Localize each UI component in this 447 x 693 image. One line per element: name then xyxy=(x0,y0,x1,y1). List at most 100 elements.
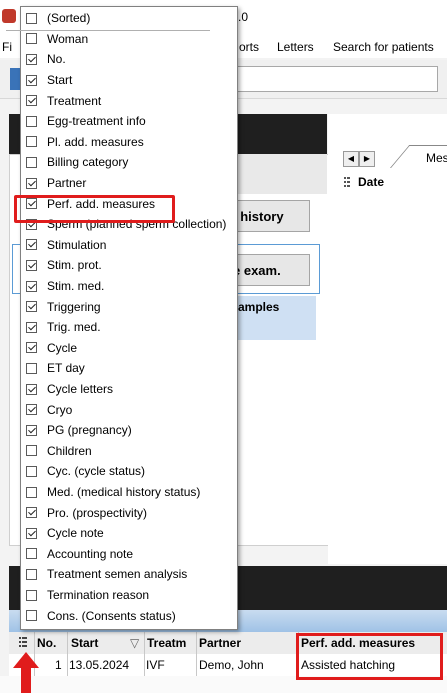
checkbox[interactable] xyxy=(26,301,37,313)
column-option[interactable]: Accounting note xyxy=(26,544,133,565)
column-option[interactable]: Triggering xyxy=(26,296,101,317)
column-option[interactable]: Cyc. (cycle status) xyxy=(26,461,145,482)
grid-header-treatment[interactable]: Treatm xyxy=(147,636,186,650)
column-option[interactable]: Cycle note xyxy=(26,523,104,544)
column-option[interactable]: Pl. add. measures xyxy=(26,132,144,153)
cell-start: 13.05.2024 xyxy=(69,658,130,672)
menu-search-patients[interactable]: Search for patients xyxy=(333,40,434,54)
column-option[interactable]: Med. (medical history status) xyxy=(26,482,200,503)
checkbox[interactable] xyxy=(26,445,37,457)
checkbox[interactable] xyxy=(26,568,37,580)
column-icon xyxy=(344,177,350,187)
column-option[interactable]: ET day xyxy=(26,358,85,379)
column-chooser-icon[interactable] xyxy=(19,637,27,649)
checkbox[interactable] xyxy=(26,53,37,65)
column-option-label: Med. (medical history status) xyxy=(47,485,201,500)
checkbox[interactable] xyxy=(26,465,37,477)
grid-divider xyxy=(144,632,145,676)
column-option-label: Cycle letters xyxy=(47,382,114,397)
column-option[interactable]: Stim. prot. xyxy=(26,255,102,276)
grid-header-no[interactable]: No. xyxy=(37,636,56,650)
toolbar-search-input[interactable] xyxy=(236,66,438,92)
column-option-label: No. xyxy=(47,52,66,67)
checkbox[interactable] xyxy=(26,321,37,333)
menu-file[interactable]: Fi xyxy=(2,40,12,54)
checkbox[interactable] xyxy=(26,507,37,519)
column-option-label: Cycle xyxy=(47,340,78,355)
checkbox[interactable] xyxy=(26,362,37,374)
checkbox[interactable] xyxy=(26,239,37,251)
nav-next-button[interactable]: ▶ xyxy=(359,151,375,167)
column-option[interactable]: Cycle xyxy=(26,338,77,359)
column-option[interactable]: (Sorted) xyxy=(26,8,90,29)
column-option[interactable]: Cons. (Consents status) xyxy=(26,605,176,626)
checkbox[interactable] xyxy=(26,404,37,416)
checkbox[interactable] xyxy=(26,115,37,127)
column-option[interactable]: Termination reason xyxy=(26,585,149,606)
checkbox[interactable] xyxy=(26,383,37,395)
header-highlight-box xyxy=(296,633,443,680)
samples-panel[interactable]: amples xyxy=(232,296,316,340)
sort-desc-icon: ▽ xyxy=(130,636,140,650)
checkbox[interactable] xyxy=(26,74,37,86)
tab-measures[interactable]: Mes xyxy=(426,151,447,165)
column-option[interactable]: Pro. (prospectivity) xyxy=(26,502,147,523)
date-column-header[interactable]: Date xyxy=(358,175,384,189)
column-option-label: Treatment semen analysis xyxy=(47,567,188,582)
medical-history-button[interactable]: l history xyxy=(232,200,310,232)
cell-no: 1 xyxy=(55,658,62,672)
column-option[interactable]: Treatment semen analysis xyxy=(26,564,187,585)
checkbox[interactable] xyxy=(26,424,37,436)
checkbox[interactable] xyxy=(26,136,37,148)
column-option[interactable]: Start xyxy=(26,70,72,91)
cell-treatment: IVF xyxy=(146,658,165,672)
column-option[interactable]: Partner xyxy=(26,173,86,194)
column-option[interactable]: PG (pregnancy) xyxy=(26,420,132,441)
column-option[interactable]: Woman xyxy=(26,29,88,50)
menu-letters[interactable]: Letters xyxy=(277,40,314,54)
checkbox[interactable] xyxy=(26,589,37,601)
column-option[interactable]: Egg-treatment info xyxy=(26,111,146,132)
checkbox[interactable] xyxy=(26,95,37,107)
column-option[interactable]: Stimulation xyxy=(26,235,106,256)
samples-label: amples xyxy=(238,300,280,314)
checkbox[interactable] xyxy=(26,610,37,622)
checkbox[interactable] xyxy=(26,33,37,45)
column-option[interactable]: Treatment xyxy=(26,90,101,111)
grid-header-start[interactable]: Start xyxy=(71,636,98,650)
nav-prev-button[interactable]: ◀ xyxy=(343,151,359,167)
column-option-label: PG (pregnancy) xyxy=(47,423,132,438)
checkbox[interactable] xyxy=(26,280,37,292)
highlight-box xyxy=(14,195,175,223)
checkbox[interactable] xyxy=(26,177,37,189)
exam-button[interactable]: e exam. xyxy=(232,254,310,286)
checkbox[interactable] xyxy=(26,156,37,168)
menu-reports[interactable]: orts xyxy=(239,40,259,54)
grid-divider xyxy=(67,632,68,676)
checkbox[interactable] xyxy=(26,486,37,498)
column-option-label: (Sorted) xyxy=(47,11,91,26)
column-option[interactable]: Cryo xyxy=(26,399,72,420)
column-option-label: Cycle note xyxy=(47,526,104,541)
column-option[interactable]: Children xyxy=(26,441,92,462)
column-option-label: Stim. prot. xyxy=(47,258,102,273)
column-option-label: Accounting note xyxy=(47,546,134,561)
column-option[interactable]: Cycle letters xyxy=(26,379,113,400)
column-option-label: Cyc. (cycle status) xyxy=(47,464,146,479)
grid-header-partner[interactable]: Partner xyxy=(199,636,241,650)
column-option-label: Pro. (prospectivity) xyxy=(47,505,148,520)
column-option-label: Start xyxy=(47,73,73,88)
column-option[interactable]: Stim. med. xyxy=(26,276,104,297)
checkbox[interactable] xyxy=(26,548,37,560)
checkbox[interactable] xyxy=(26,12,37,24)
medical-history-button-label: l history xyxy=(233,208,284,224)
column-option[interactable]: Trig. med. xyxy=(26,317,101,338)
column-option-label: Cons. (Consents status) xyxy=(47,608,176,623)
checkbox[interactable] xyxy=(26,342,37,354)
checkbox[interactable] xyxy=(26,527,37,539)
column-option-label: Partner xyxy=(47,176,87,191)
column-option-label: ET day xyxy=(47,361,85,376)
checkbox[interactable] xyxy=(26,259,37,271)
column-option[interactable]: No. xyxy=(26,49,66,70)
column-option[interactable]: Billing category xyxy=(26,152,128,173)
